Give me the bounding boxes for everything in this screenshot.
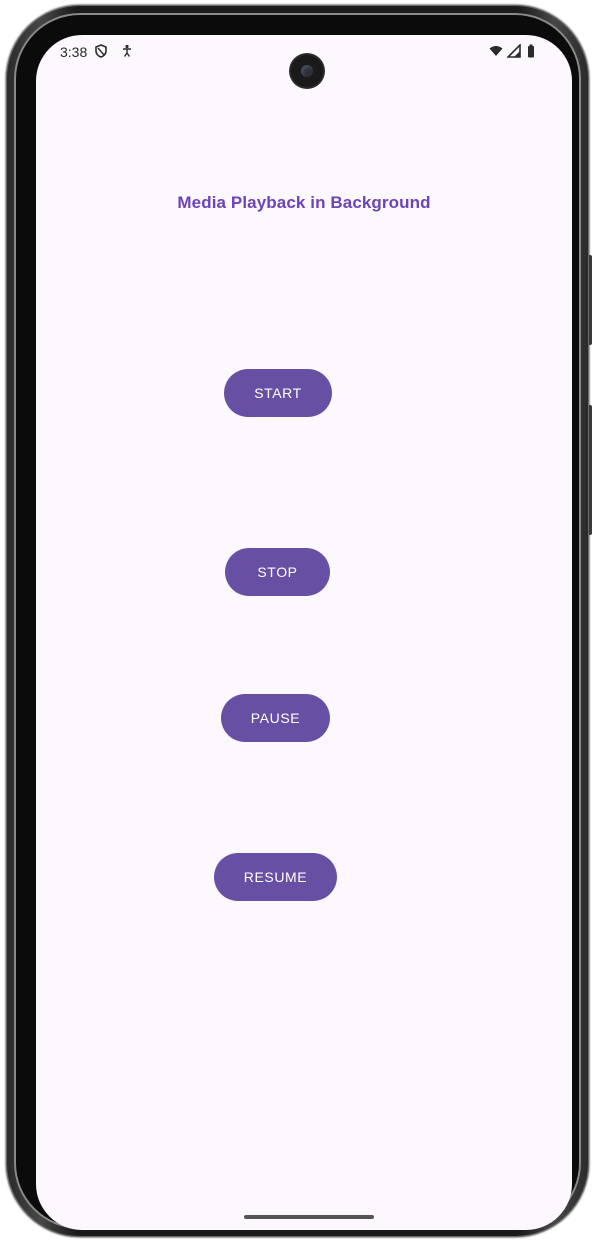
screen: 3:38 Media Playback in Background START … xyxy=(36,35,572,1230)
pause-button[interactable]: PAUSE xyxy=(221,694,330,742)
wifi-icon xyxy=(489,46,503,56)
phone-frame: 3:38 Media Playback in Background START … xyxy=(6,5,592,1237)
battery-icon xyxy=(528,44,534,58)
signal-icon xyxy=(507,44,521,58)
stop-button[interactable]: STOP xyxy=(225,548,330,596)
resume-button[interactable]: RESUME xyxy=(214,853,337,901)
shield-icon xyxy=(95,44,107,58)
accessibility-icon xyxy=(123,44,131,57)
volume-button xyxy=(589,405,592,535)
front-camera xyxy=(291,55,323,87)
page-title: Media Playback in Background xyxy=(177,193,431,212)
page: 3:38 Media Playback in Background START … xyxy=(0,0,595,1241)
navigation-handle[interactable] xyxy=(244,1215,374,1219)
start-button[interactable]: START xyxy=(224,369,332,417)
power-button xyxy=(589,255,592,345)
status-time: 3:38 xyxy=(60,44,88,60)
